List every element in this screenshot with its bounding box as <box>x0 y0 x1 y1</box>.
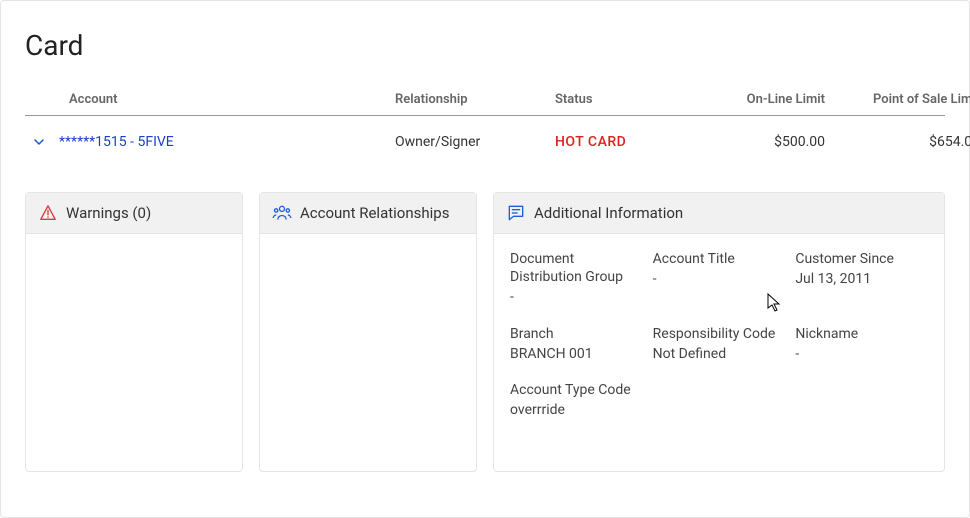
field-value: overrride <box>510 401 643 419</box>
header-status: Status <box>555 92 695 107</box>
warnings-title: Warnings (0) <box>66 204 151 222</box>
page-title: Card <box>25 29 945 62</box>
relationships-panel-body <box>260 234 476 471</box>
warning-icon <box>38 203 58 223</box>
header-online-limit: On-Line Limit <box>695 92 825 107</box>
people-icon <box>272 203 292 223</box>
chevron-down-icon[interactable] <box>33 136 45 148</box>
header-relationship: Relationship <box>395 92 555 107</box>
field-label: Nickname <box>795 325 928 343</box>
panels-row: Warnings (0) Account Relationships <box>25 192 945 472</box>
field-value: - <box>510 288 643 306</box>
card-table: Account Relationship Status On-Line Limi… <box>25 92 945 168</box>
field-label: Account Type Code <box>510 381 643 399</box>
account-link[interactable]: ******1515 - 5FIVE <box>59 134 174 150</box>
field-label: Document Distribution Group <box>510 250 643 286</box>
warnings-panel-header: Warnings (0) <box>26 193 242 234</box>
relationships-panel: Account Relationships <box>259 192 477 472</box>
card-container: Card Account Relationship Status On-Line… <box>0 0 970 518</box>
comment-icon <box>506 203 526 223</box>
table-row: ******1515 - 5FIVE Owner/Signer HOT CARD… <box>25 116 945 168</box>
additional-info-title: Additional Information <box>534 204 683 222</box>
relationships-title: Account Relationships <box>300 204 449 222</box>
cell-pos-limit: $654.00 <box>825 134 970 150</box>
warnings-panel-body <box>26 234 242 471</box>
field-value: BRANCH 001 <box>510 345 643 363</box>
additional-info-body: Document Distribution Group - Account Ti… <box>494 234 944 471</box>
field-value: - <box>795 345 928 363</box>
field-document-distribution-group: Document Distribution Group - <box>510 250 643 307</box>
field-label: Customer Since <box>795 250 928 268</box>
field-label: Branch <box>510 325 643 343</box>
field-account-title: Account Title - <box>653 250 786 307</box>
field-customer-since: Customer Since Jul 13, 2011 <box>795 250 928 307</box>
additional-info-panel: Additional Information Document Distribu… <box>493 192 945 472</box>
field-label: Responsibility Code <box>653 325 786 343</box>
cell-status: HOT CARD <box>555 134 695 150</box>
field-responsibility-code: Responsibility Code Not Defined <box>653 325 786 363</box>
field-label: Account Title <box>653 250 786 268</box>
header-account: Account <box>25 92 395 107</box>
cell-online-limit: $500.00 <box>695 134 825 150</box>
header-pos-limit: Point of Sale Limit <box>825 92 970 107</box>
warnings-panel: Warnings (0) <box>25 192 243 472</box>
field-account-type-code: Account Type Code overrride <box>510 381 643 419</box>
table-header-row: Account Relationship Status On-Line Limi… <box>25 92 945 116</box>
field-value: - <box>653 270 786 288</box>
relationships-panel-header: Account Relationships <box>260 193 476 234</box>
field-nickname: Nickname - <box>795 325 928 363</box>
field-value: Not Defined <box>653 345 786 363</box>
field-value: Jul 13, 2011 <box>795 270 928 288</box>
cell-relationship: Owner/Signer <box>395 134 555 150</box>
additional-info-panel-header: Additional Information <box>494 193 944 234</box>
field-branch: Branch BRANCH 001 <box>510 325 643 363</box>
